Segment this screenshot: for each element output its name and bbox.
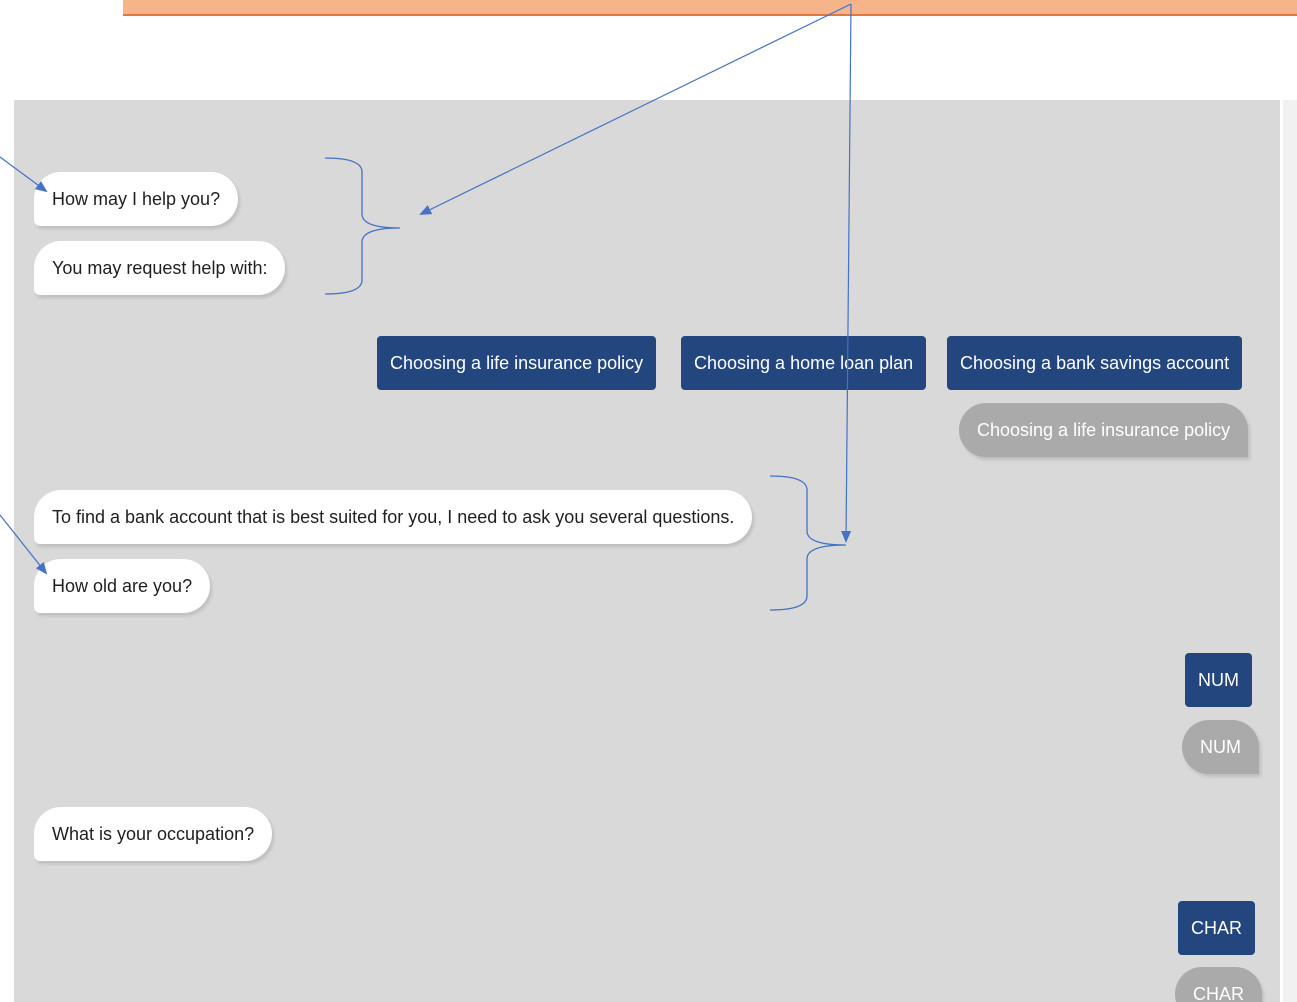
- user-message-num: NUM: [1182, 720, 1259, 774]
- bot-message-greeting: How may I help you?: [34, 172, 239, 226]
- page: How may I help you? You may request help…: [0, 0, 1297, 1002]
- bot-message-help-intro: You may request help with:: [34, 241, 286, 295]
- chat-panel: [14, 100, 1280, 1002]
- option-button-life-insurance[interactable]: Choosing a life insurance policy: [377, 336, 657, 390]
- bot-message-age-question: How old are you?: [34, 559, 211, 613]
- option-button-bank-savings[interactable]: Choosing a bank savings account: [947, 336, 1243, 390]
- scrollbar-track[interactable]: [1283, 100, 1297, 1002]
- user-message-char: CHAR: [1175, 967, 1263, 1002]
- user-message-selected-option: Choosing a life insurance policy: [959, 403, 1249, 457]
- annotation-banner: [123, 0, 1297, 16]
- option-button-home-loan[interactable]: Choosing a home loan plan: [681, 336, 927, 390]
- num-input-button[interactable]: NUM: [1185, 653, 1252, 707]
- char-input-button[interactable]: CHAR: [1178, 901, 1256, 955]
- bot-message-occupation-question: What is your occupation?: [34, 807, 273, 861]
- bot-message-intro-questions: To find a bank account that is best suit…: [34, 490, 753, 544]
